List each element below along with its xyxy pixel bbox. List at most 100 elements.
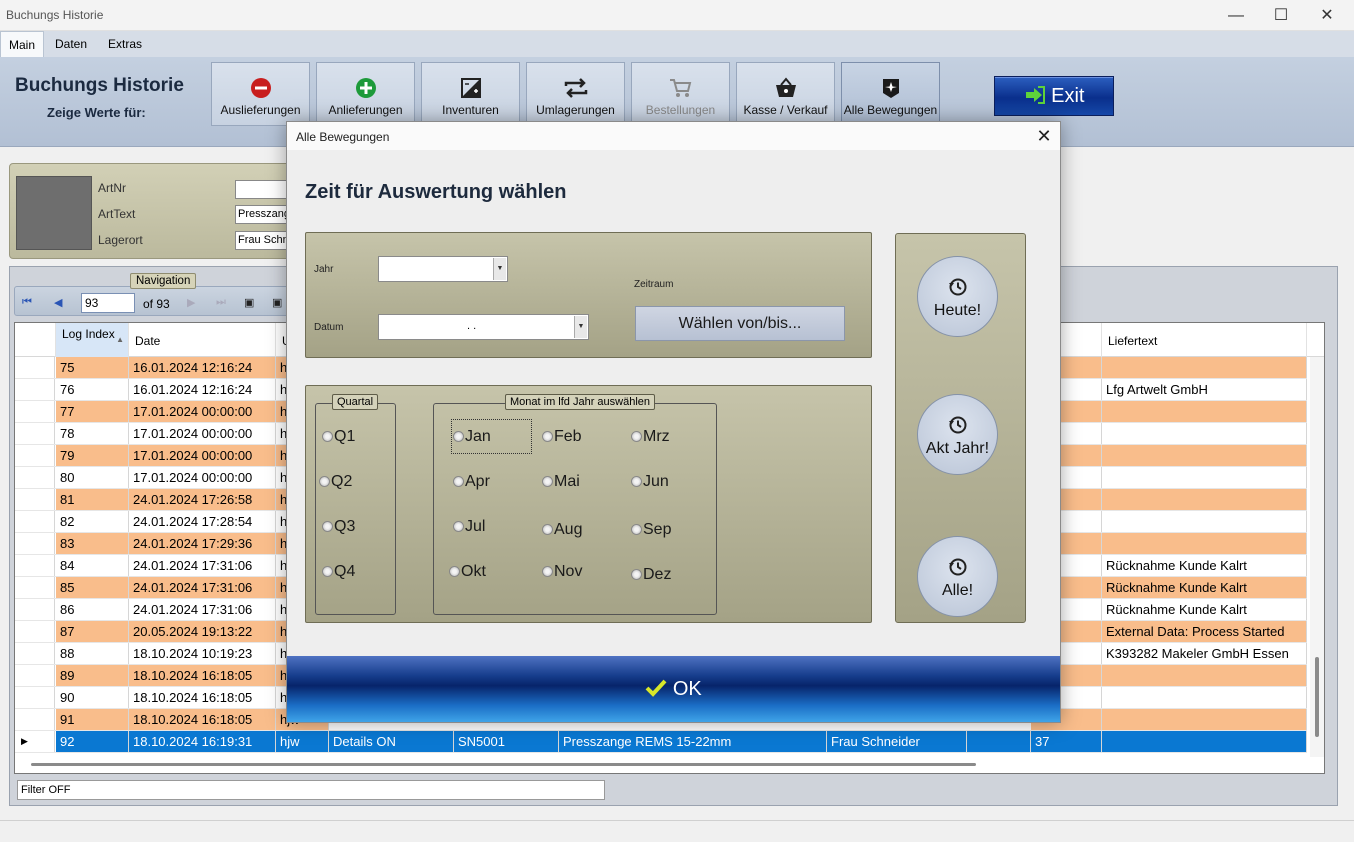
cell-liefertext: External Data: Process Started (1102, 621, 1307, 642)
menu-extras[interactable]: Extras (100, 31, 150, 57)
row-header (15, 379, 55, 400)
radio-q1[interactable]: Q1 (322, 428, 355, 446)
cell-log-index: 88 (56, 643, 129, 664)
zeitraum-label: Zeitraum (634, 279, 674, 290)
dialog-heading: Zeit für Auswertung wählen (305, 181, 567, 203)
radio-apr[interactable]: Apr (453, 473, 490, 491)
radio-feb[interactable]: Feb (542, 428, 582, 446)
row-header (15, 643, 55, 664)
select-range-button[interactable]: Wählen von/bis... (635, 306, 845, 341)
column-date[interactable]: Date (129, 323, 276, 357)
inventory-icon (422, 77, 519, 101)
minimize-button[interactable]: — (1213, 0, 1259, 31)
row-header (15, 423, 55, 444)
row-header-column (15, 323, 56, 357)
cell-liefertext: Rücknahme Kunde Kalrt (1102, 577, 1307, 598)
cell-action: Details ON (329, 731, 454, 752)
akt-jahr-button[interactable]: Akt Jahr! (917, 394, 998, 475)
auslieferungen-button[interactable]: Auslieferungen (211, 62, 310, 126)
all-movements-icon (842, 77, 939, 101)
cell-liefertext (1102, 445, 1307, 466)
menu-daten[interactable]: Daten (47, 31, 95, 57)
radio-q4[interactable]: Q4 (322, 563, 355, 581)
datum-picker[interactable]: . . ▼ (378, 314, 589, 340)
basket-icon (737, 77, 834, 101)
alle-button[interactable]: Alle! (917, 536, 998, 617)
vertical-scrollbar[interactable] (1310, 357, 1324, 757)
cell-liefertext: Lfg Artwelt GmbH (1102, 379, 1307, 400)
datum-label: Datum (314, 322, 344, 333)
history-icon (918, 557, 997, 577)
column-log-index[interactable]: Log Index ▲ (56, 323, 129, 357)
record-position-input[interactable]: 93 (81, 293, 135, 313)
ok-button[interactable]: OK (287, 656, 1060, 722)
heute-button[interactable]: Heute! (917, 256, 998, 337)
quarter-group-title: Quartal (332, 394, 379, 410)
alle-bewegungen-button[interactable]: Alle Bewegungen (841, 62, 940, 126)
exit-button[interactable]: Exit (994, 76, 1114, 116)
cell-date: 16.01.2024 12:16:24 (129, 357, 276, 378)
sort-ascending-icon: ▲ (116, 335, 124, 344)
radio-sep[interactable]: Sep (631, 521, 671, 539)
jahr-select[interactable]: ▼ (378, 256, 508, 282)
radio-nov[interactable]: Nov (542, 563, 582, 581)
cell-date: 17.01.2024 00:00:00 (129, 423, 276, 444)
first-record-icon[interactable]: ⏮ (22, 296, 32, 309)
scrollbar-thumb[interactable] (1315, 657, 1319, 737)
umlagerungen-button[interactable]: Umlagerungen (526, 62, 625, 126)
cell-log-index: 89 (56, 665, 129, 686)
cell-log-index: 91 (56, 709, 129, 730)
transfer-arrows-icon (527, 77, 624, 101)
radio-mrz[interactable]: Mrz (631, 428, 670, 446)
window-titlebar: Buchungs Historie — ☐ ✕ (0, 0, 1354, 31)
previous-record-icon[interactable]: ◀ (54, 296, 62, 309)
cell-date: 18.10.2024 10:19:23 (129, 643, 276, 664)
row-header (15, 467, 55, 488)
radio-jan[interactable]: Jan (453, 428, 491, 446)
radio-okt[interactable]: Okt (449, 563, 486, 581)
window-title: Buchungs Historie (6, 8, 104, 22)
dialog-titlebar: Alle Bewegungen ✕ (287, 122, 1060, 150)
cell-log-index: 86 (56, 599, 129, 620)
cell-log-index: 78 (56, 423, 129, 444)
cell-log-index: 77 (56, 401, 129, 422)
cell-log-index: 84 (56, 555, 129, 576)
inventuren-button[interactable]: Inventuren (421, 62, 520, 126)
row-header (15, 599, 55, 620)
radio-dez[interactable]: Dez (631, 566, 671, 584)
radio-jul[interactable]: Jul (453, 518, 485, 536)
radio-q2[interactable]: Q2 (319, 473, 352, 491)
cell-date: 24.01.2024 17:31:06 (129, 599, 276, 620)
radio-q3[interactable]: Q3 (322, 518, 355, 536)
checkmark-icon (645, 678, 673, 700)
cell-liefertext (1102, 401, 1307, 422)
last-record-icon[interactable]: ⏭ (216, 296, 226, 309)
exit-icon (1024, 85, 1052, 107)
dialog-close-button[interactable]: ✕ (1032, 124, 1056, 148)
cell-liefertext (1102, 467, 1307, 488)
kasse-verkauf-button[interactable]: Kasse / Verkauf (736, 62, 835, 126)
cell-log-index: 81 (56, 489, 129, 510)
row-header (15, 489, 55, 510)
radio-mai[interactable]: Mai (542, 473, 580, 491)
radio-jun[interactable]: Jun (631, 473, 669, 491)
maximize-button[interactable]: ☐ (1258, 0, 1304, 31)
column-liefertext[interactable]: Liefertext (1102, 323, 1307, 357)
artnr-label: ArtNr (98, 181, 126, 195)
anlieferungen-button[interactable]: Anlieferungen (316, 62, 415, 126)
bestellungen-button[interactable]: Bestellungen (631, 62, 730, 126)
cell-liefertext (1102, 511, 1307, 532)
next-record-icon[interactable]: ▶ (187, 296, 195, 309)
cell-log-index: 80 (56, 467, 129, 488)
cell-date: 17.01.2024 00:00:00 (129, 445, 276, 466)
horizontal-scrollbar[interactable] (31, 763, 976, 766)
cell-liefertext (1102, 709, 1307, 730)
add-record-icon[interactable]: ▣ (244, 296, 254, 309)
row-header (15, 687, 55, 708)
radio-aug[interactable]: Aug (542, 521, 582, 539)
delete-record-icon[interactable]: ▣ (272, 296, 282, 309)
selected-table-row[interactable]: ▶ 92 18.10.2024 16:19:31 hjw Details ON … (15, 731, 1307, 753)
cell-date: 18.10.2024 16:18:05 (129, 665, 276, 686)
close-button[interactable]: ✕ (1304, 0, 1350, 31)
menu-main[interactable]: Main (0, 31, 45, 57)
